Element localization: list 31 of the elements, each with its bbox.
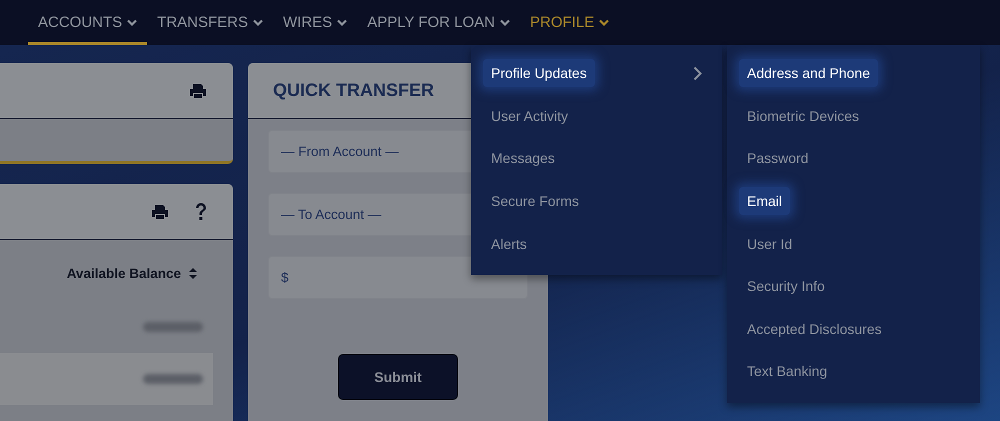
nav-tab[interactable]: WIRES <box>273 0 358 45</box>
blurred-value <box>143 322 203 332</box>
chevron-down-icon <box>253 19 264 26</box>
menu-item[interactable]: User Id <box>739 230 800 258</box>
menu-item[interactable]: Text Banking <box>739 357 836 386</box>
column-header[interactable]: Available Balance <box>66 266 181 281</box>
menu-item[interactable]: Security Info <box>739 272 833 300</box>
chevron-down-icon <box>127 19 138 26</box>
chevron-down-icon <box>599 19 610 26</box>
print-icon[interactable] <box>151 204 169 220</box>
menu-item[interactable]: Biometric Devices <box>739 102 868 130</box>
submit-button[interactable]: Submit <box>338 354 458 400</box>
menu-item[interactable]: Accepted Disclosures <box>739 314 890 343</box>
chevron-right-icon <box>693 66 702 81</box>
nav-tab[interactable]: APPLY FOR LOAN <box>357 0 520 45</box>
menu-item[interactable]: Address and Phone <box>739 59 878 88</box>
amount-field[interactable]: $ <box>268 256 528 299</box>
help-icon[interactable] <box>195 202 207 220</box>
menu-item[interactable]: Email <box>739 187 790 216</box>
print-icon[interactable] <box>189 82 207 98</box>
chevron-down-icon <box>337 19 348 26</box>
menu-item[interactable]: Password <box>739 144 816 172</box>
nav-tab[interactable]: PROFILE <box>520 0 620 45</box>
blurred-value <box>143 374 203 384</box>
nav-tab[interactable]: TRANSFERS <box>147 0 274 45</box>
menu-item[interactable]: User Activity <box>483 102 576 130</box>
chevron-down-icon <box>500 19 510 26</box>
card-title: QUICK TRANSFER <box>273 80 434 101</box>
menu-item[interactable]: Profile Updates <box>483 59 595 88</box>
nav-tab[interactable]: ACCOUNTS <box>28 0 148 45</box>
sort-icon[interactable] <box>189 268 197 279</box>
